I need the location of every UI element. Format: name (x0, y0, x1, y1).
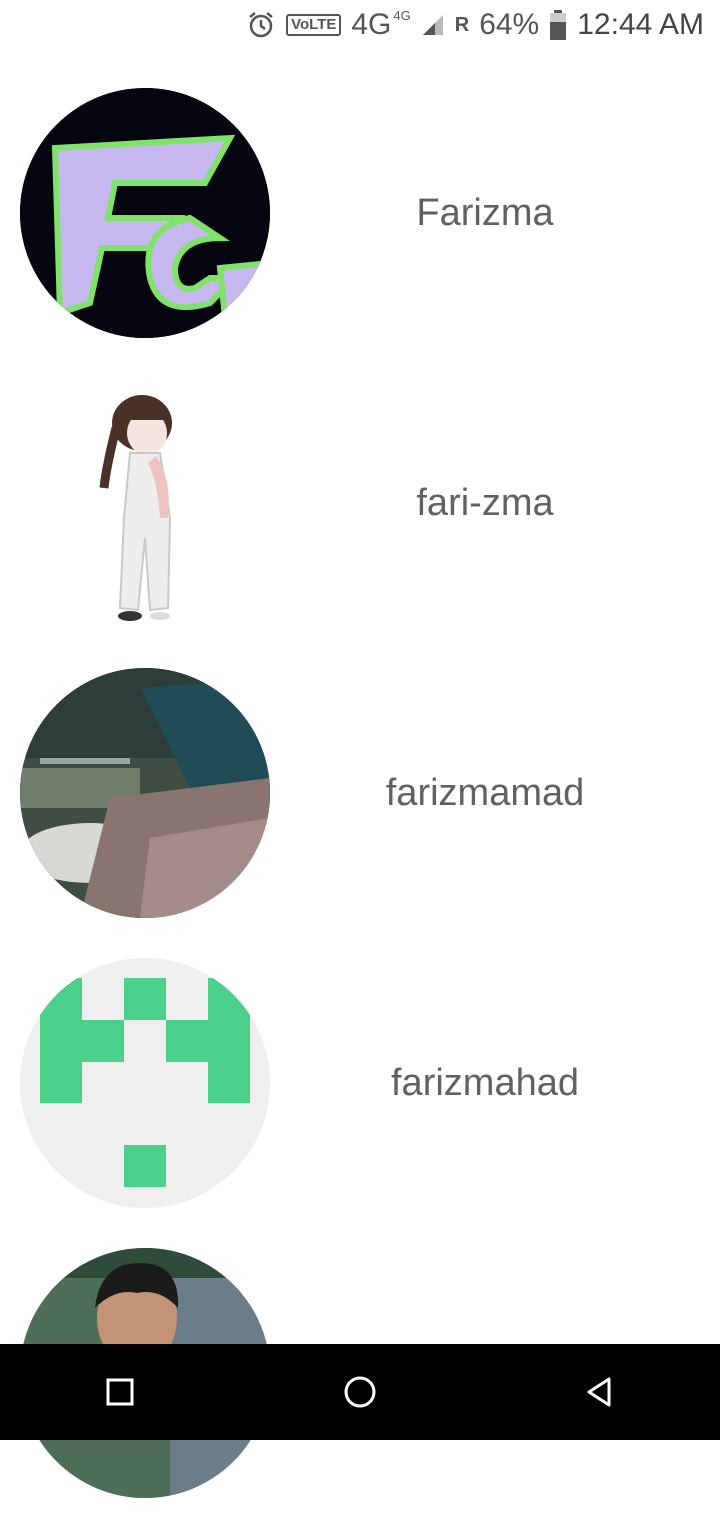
status-bar: VoLTE 4G 4G R 64% 12:44 AM (0, 0, 720, 50)
circle-home-icon[interactable] (330, 1362, 390, 1422)
clock: 12:44 AM (577, 8, 704, 41)
network-type: 4G (351, 8, 392, 41)
list-item[interactable]: farizmamad (0, 648, 720, 938)
network-type-small: 4G (393, 7, 411, 23)
green-identicon-avatar (20, 958, 270, 1208)
account-list: Farizma fari-zma farizmamad farizmahad (0, 68, 720, 1518)
account-name: Farizma (416, 191, 554, 234)
signal-icon (421, 13, 445, 37)
triangle-back-icon[interactable] (570, 1362, 630, 1422)
account-name: farizmahad (391, 1061, 579, 1104)
account-name: fari-zma (416, 481, 554, 524)
list-item[interactable]: farizmahad (0, 938, 720, 1228)
cartoon-girl-avatar (20, 378, 270, 628)
river-photo-avatar (20, 668, 270, 918)
list-item[interactable]: fari-zma (0, 358, 720, 648)
volte-badge: VoLTE (286, 14, 342, 36)
account-name: farizmamad (385, 771, 585, 814)
alarm-clock-icon (246, 10, 276, 40)
battery-icon (549, 10, 567, 40)
battery-percent: 64% (479, 8, 540, 41)
navigation-bar (0, 1344, 720, 1440)
fg-logo-avatar (20, 88, 270, 338)
square-recents-icon[interactable] (90, 1362, 150, 1422)
roaming-indicator: R (454, 13, 470, 36)
list-item[interactable]: Farizma (0, 68, 720, 358)
